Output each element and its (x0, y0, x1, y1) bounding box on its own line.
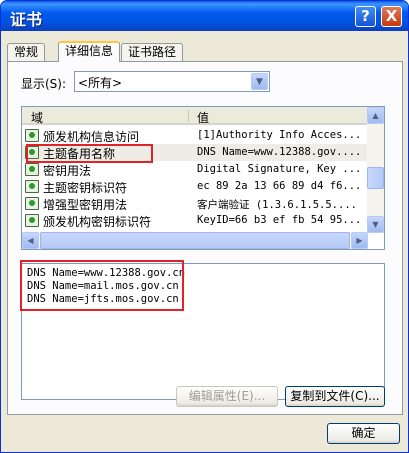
field-value: ec 89 2a 13 66 89 d4 f6... (197, 180, 362, 192)
scroll-right-icon[interactable]: ▶ (351, 232, 368, 249)
field-value: Digital Signature, Key ... (197, 163, 362, 175)
window-title: 证书 (10, 10, 43, 29)
vertical-scrollbar[interactable]: ▲ ▼ (367, 107, 384, 233)
show-select-value: <所有> (78, 76, 123, 90)
list-item[interactable]: 增强型密钥用法 客户端验证 (1.3.6.1.5.5.... (22, 195, 368, 212)
field-name: 密钥用法 (43, 164, 92, 178)
highlight-selected-field (26, 144, 153, 163)
horizontal-scroll-thumb[interactable] (40, 232, 350, 249)
field-list[interactable]: 域 值 颁发机构信息访问 [1]Authority Info Acces... … (21, 106, 385, 250)
column-header-field[interactable]: 域 (31, 109, 43, 126)
tab-cert-path[interactable]: 证书路径 (121, 43, 184, 61)
list-header: 域 值 (22, 107, 368, 125)
edit-properties-button[interactable]: 编辑属性(E)... (176, 386, 278, 407)
certificate-field-icon (25, 180, 39, 193)
highlight-dns-names (20, 260, 184, 311)
show-select[interactable]: <所有> ▼ (74, 71, 270, 92)
ok-button[interactable]: 确定 (327, 423, 400, 444)
copy-to-file-button[interactable]: 复制到文件(C)... (285, 386, 385, 407)
field-value: 客户端验证 (1.3.6.1.5.5.... (197, 199, 357, 211)
tab-details[interactable]: 详细信息 (58, 41, 121, 62)
certificate-field-icon (25, 214, 39, 227)
column-divider[interactable] (188, 110, 189, 122)
column-header-value[interactable]: 值 (197, 109, 209, 126)
horizontal-scrollbar[interactable]: ◀ ▶ (22, 232, 368, 249)
list-item[interactable]: 主题密钥标识符 ec 89 2a 13 66 89 d4 f6... (22, 178, 368, 195)
vertical-scroll-thumb[interactable] (367, 167, 384, 189)
list-item[interactable]: 密钥用法 Digital Signature, Key ... (22, 161, 368, 178)
chevron-down-icon[interactable]: ▼ (251, 73, 268, 90)
scroll-left-icon[interactable]: ◀ (22, 232, 39, 249)
field-value: KeyID=66 b3 ef fb 54 95... (197, 214, 362, 226)
certificate-field-icon (25, 129, 39, 142)
field-name: 主题密钥标识符 (43, 181, 128, 195)
certificate-window: 证书 ? X 常规 详细信息 证书路径 显示(S): <所有> ▼ 域 值 颁发… (0, 0, 409, 453)
close-button[interactable]: X (381, 6, 402, 27)
certificate-field-icon (25, 197, 39, 210)
show-label: 显示(S): (21, 77, 67, 91)
certificate-field-icon (25, 163, 39, 176)
list-item[interactable]: 颁发机构信息访问 [1]Authority Info Acces... (22, 127, 368, 144)
scroll-up-icon[interactable]: ▲ (367, 107, 384, 124)
details-panel: 显示(S): <所有> ▼ 域 值 颁发机构信息访问 [1]Authority … (7, 61, 403, 415)
field-name: 颁发机构密钥标识符 (43, 215, 152, 229)
tab-general[interactable]: 常规 (7, 43, 46, 61)
list-item[interactable]: 颁发机构密钥标识符 KeyID=66 b3 ef fb 54 95... (22, 212, 368, 229)
help-button[interactable]: ? (355, 6, 376, 27)
field-value: [1]Authority Info Acces... (197, 129, 362, 141)
field-name: 增强型密钥用法 (43, 198, 128, 212)
field-name: 颁发机构信息访问 (43, 130, 140, 144)
title-bar[interactable]: 证书 ? X (1, 1, 408, 31)
scroll-down-icon[interactable]: ▼ (367, 216, 384, 233)
field-value: DNS Name=www.12388.gov.... (197, 146, 362, 158)
